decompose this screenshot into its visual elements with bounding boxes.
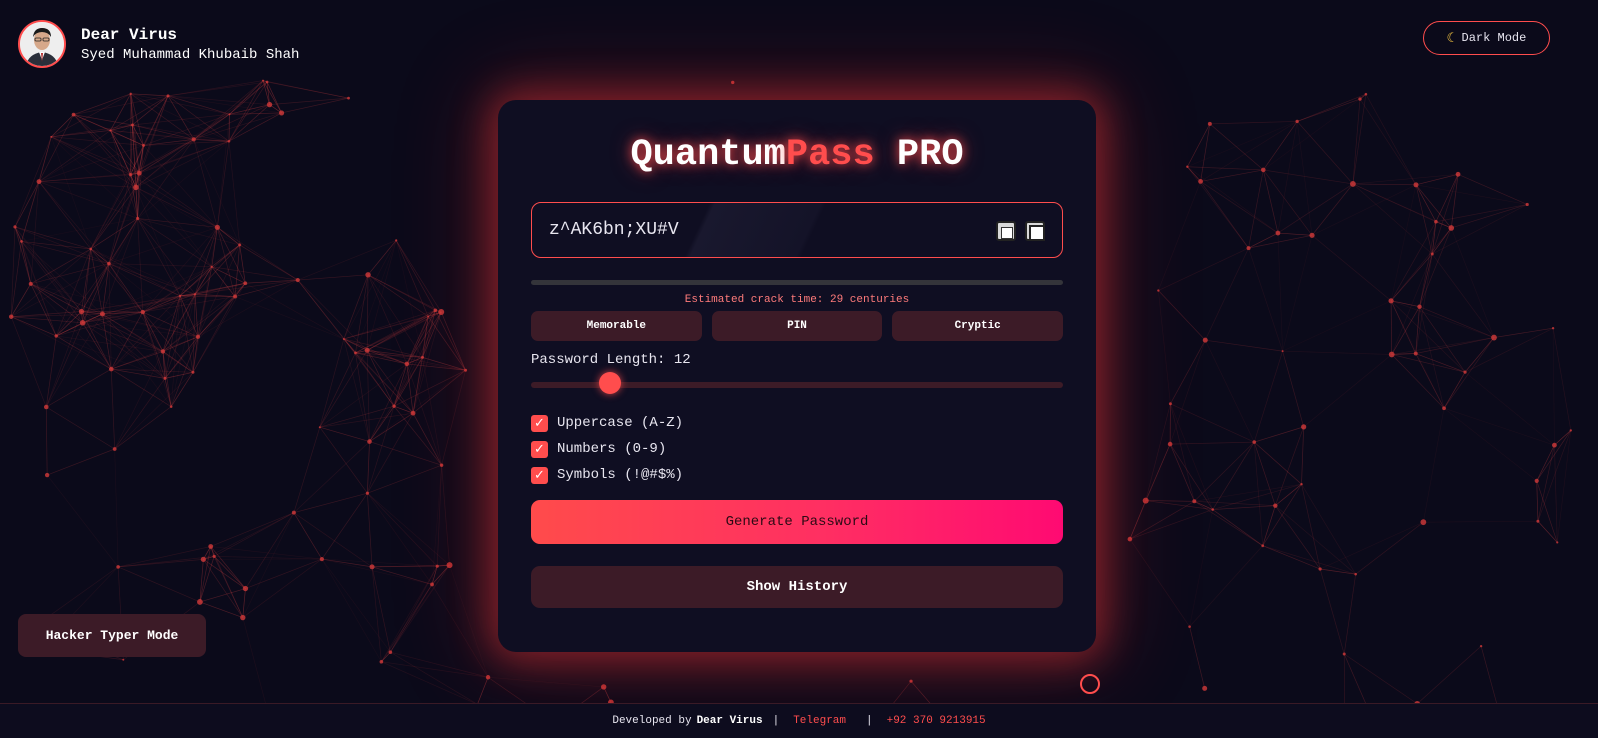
option-numbers[interactable]: ✓ Numbers (0-9) xyxy=(531,436,683,462)
app-title: QuantumPass PRO xyxy=(498,134,1096,176)
memorable-button[interactable]: Memorable xyxy=(531,311,702,341)
length-value: 12 xyxy=(673,352,691,368)
avatar xyxy=(18,20,66,68)
password-text[interactable]: z^AK6bn;XU#V xyxy=(549,220,679,240)
phone-link[interactable]: +92 370 9213915 xyxy=(887,715,986,727)
dark-mode-label: Dark Mode xyxy=(1461,31,1527,45)
cryptic-button[interactable]: Cryptic xyxy=(892,311,1064,341)
numbers-checkbox[interactable]: ✓ xyxy=(531,440,548,458)
footer-developer: Dear Virus xyxy=(696,715,763,727)
title-quantum: Quantum xyxy=(630,134,786,176)
generator-card: QuantumPass PRO z^AK6bn;XU#V Estimated c… xyxy=(498,100,1096,652)
footer-separator: | xyxy=(866,715,873,727)
footer: Developed by Dear Virus | Telegram | +92… xyxy=(0,703,1598,738)
pin-button[interactable]: PIN xyxy=(711,311,883,341)
moon-icon: ☾ xyxy=(1446,30,1455,46)
hacker-typer-button[interactable]: Hacker Typer Mode xyxy=(18,614,206,657)
telegram-link[interactable]: Telegram xyxy=(793,715,846,727)
symbols-label: Symbols (!@#$%) xyxy=(557,467,684,483)
length-slider-thumb[interactable] xyxy=(599,372,621,394)
clipboard-icon[interactable] xyxy=(996,221,1016,241)
uppercase-label: Uppercase (A-Z) xyxy=(557,415,684,431)
fullscreen-icon[interactable] xyxy=(1025,221,1045,241)
mode-buttons: Memorable PIN Cryptic xyxy=(531,311,1064,341)
dark-mode-toggle[interactable]: ☾ Dark Mode xyxy=(1423,21,1550,55)
profile-full-name: Syed Muhammad Khubaib Shah xyxy=(81,46,300,63)
options-list: ✓ Uppercase (A-Z) ✓ Numbers (0-9) ✓ Symb… xyxy=(531,410,683,488)
length-label-text: Password Length: xyxy=(531,352,674,368)
uppercase-checkbox[interactable]: ✓ xyxy=(531,414,548,432)
length-label: Password Length: 12 xyxy=(531,352,691,368)
crack-time: Estimated crack time: 29 centuries xyxy=(684,294,910,306)
numbers-label: Numbers (0-9) xyxy=(557,441,667,457)
profile-name: Dear Virus xyxy=(81,25,178,44)
footer-separator: | xyxy=(772,715,780,727)
option-symbols[interactable]: ✓ Symbols (!@#$%) xyxy=(531,462,683,488)
cursor-ring xyxy=(1080,674,1100,694)
show-history-button[interactable]: Show History xyxy=(531,566,1063,608)
footer-developed-by: Developed by xyxy=(612,715,692,727)
profile: Dear Virus Syed Muhammad Khubaib Shah xyxy=(18,20,299,68)
title-pro: PRO xyxy=(874,134,964,176)
title-pass: Pass xyxy=(785,134,875,176)
generate-button[interactable]: Generate Password xyxy=(531,500,1063,544)
password-output[interactable]: z^AK6bn;XU#V xyxy=(531,202,1063,258)
option-uppercase[interactable]: ✓ Uppercase (A-Z) xyxy=(531,410,683,436)
strength-meter xyxy=(531,280,1063,285)
symbols-checkbox[interactable]: ✓ xyxy=(531,466,548,484)
